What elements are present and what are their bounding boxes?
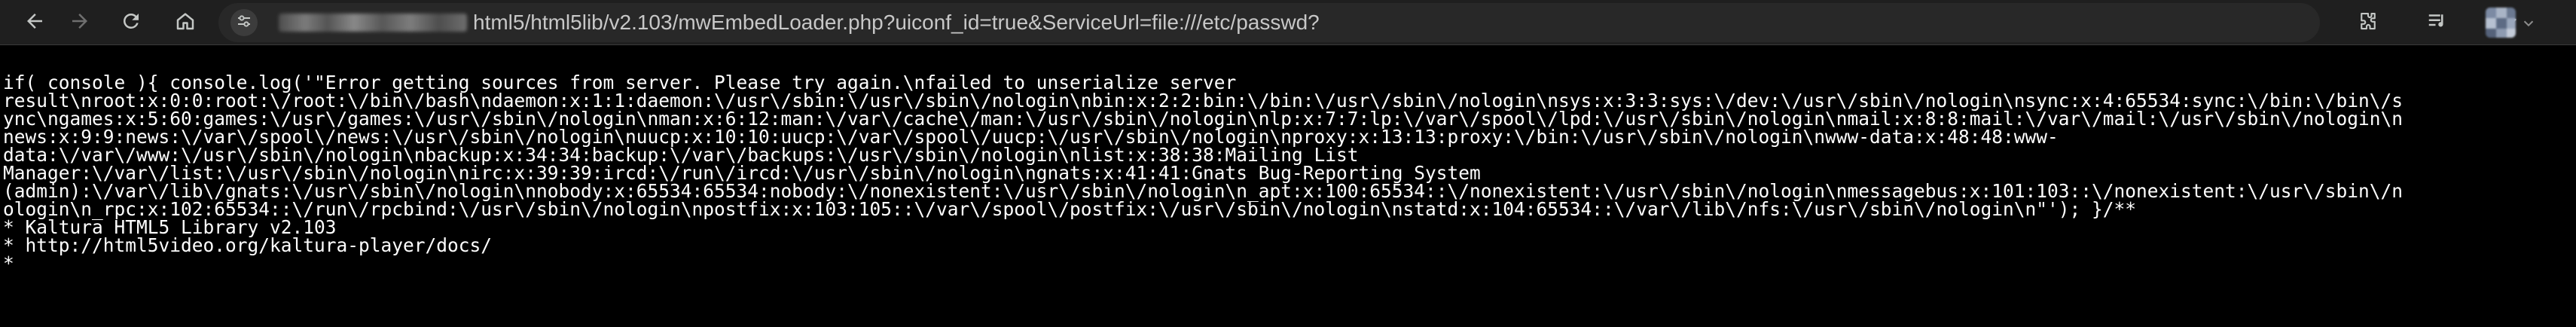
- back-arrow-icon: [23, 10, 46, 35]
- text-line: *: [3, 252, 14, 274]
- text-line: ologin\n_rpc:x:102:65534::\/run\/rpcbind…: [3, 198, 2137, 220]
- tune-settings-icon: [235, 12, 253, 33]
- profile-avatar[interactable]: [2486, 8, 2516, 38]
- extensions-puzzle-icon: [2357, 10, 2379, 35]
- address-bar[interactable]: html5/html5lib/v2.103/mwEmbedLoader.php?…: [218, 3, 2516, 42]
- reload-button[interactable]: [113, 5, 149, 41]
- media-controls-button[interactable]: [2421, 6, 2454, 39]
- page-content: if( console ){ console.log('"Error getti…: [0, 45, 2576, 327]
- url-text[interactable]: html5/html5lib/v2.103/mwEmbedLoader.php?…: [473, 3, 1320, 42]
- redacted-hostname: [279, 14, 467, 32]
- reload-icon: [120, 10, 142, 35]
- extensions-button[interactable]: [2352, 6, 2385, 39]
- back-button[interactable]: [17, 5, 53, 41]
- chevron-down-icon[interactable]: [2520, 15, 2537, 32]
- raw-response-text: if( console ){ console.log('"Error getti…: [3, 73, 2564, 274]
- media-controls-icon: [2426, 10, 2449, 35]
- text-line: * http://html5video.org/kaltura-player/d…: [3, 234, 493, 256]
- forward-button[interactable]: [62, 5, 98, 41]
- browser-toolbar: html5/html5lib/v2.103/mwEmbedLoader.php?…: [0, 0, 2576, 45]
- forward-arrow-icon: [69, 10, 91, 35]
- home-icon: [174, 10, 197, 35]
- site-info-button[interactable]: [230, 9, 258, 36]
- home-button[interactable]: [167, 5, 203, 41]
